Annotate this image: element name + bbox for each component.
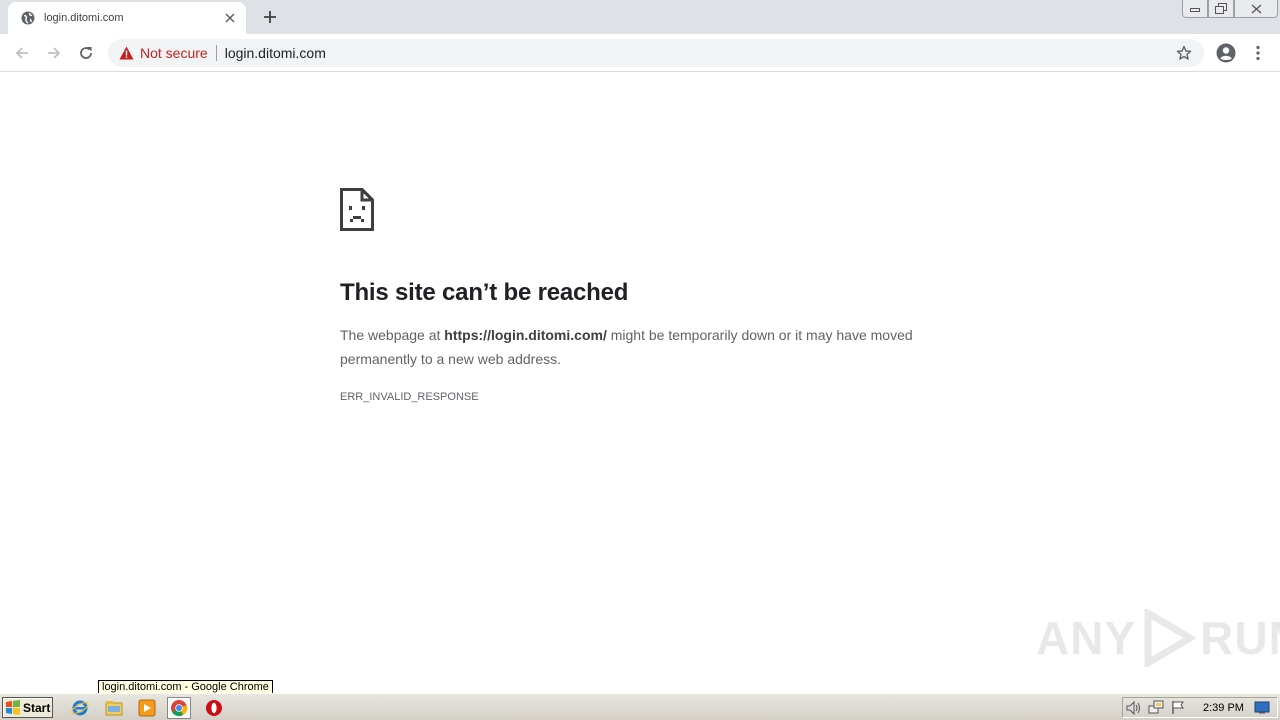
minimize-button[interactable] xyxy=(1182,0,1208,18)
volume-icon[interactable] xyxy=(1123,698,1145,718)
forward-button[interactable] xyxy=(40,39,68,67)
network-icon[interactable] xyxy=(1145,698,1167,718)
windows-logo-icon xyxy=(6,700,20,715)
action-center-flag-icon[interactable] xyxy=(1167,698,1189,718)
globe-icon xyxy=(20,10,36,26)
sad-page-icon xyxy=(340,188,376,232)
warning-icon[interactable] xyxy=(118,45,134,61)
system-tray: 2:39 PM xyxy=(1122,697,1278,718)
start-label[interactable]: Start xyxy=(23,701,50,715)
tab-close-icon[interactable] xyxy=(222,10,238,26)
kebab-menu-icon xyxy=(1256,45,1260,61)
chrome-icon[interactable] xyxy=(167,697,191,719)
back-arrow-icon xyxy=(15,47,28,59)
error-page: This site can’t be reached The webpage a… xyxy=(340,188,940,403)
internet-explorer-icon[interactable] xyxy=(68,697,92,719)
show-desktop-icon[interactable] xyxy=(1251,698,1273,718)
account-icon xyxy=(1216,43,1236,63)
error-title: This site can’t be reached xyxy=(340,279,629,306)
error-description-prefix: The webpage at xyxy=(340,327,445,343)
new-tab-button[interactable] xyxy=(258,6,282,28)
error-code: ERR_INVALID_RESPONSE xyxy=(340,391,479,403)
watermark-left-text: ANY xyxy=(1036,612,1137,664)
forward-arrow-icon xyxy=(48,47,61,59)
tab-title: login.ditomi.com xyxy=(44,12,124,24)
address-bar[interactable]: Not secure login.ditomi.com xyxy=(108,39,1204,67)
error-url: https://login.ditomi.com/ xyxy=(444,327,607,343)
close-window-button[interactable] xyxy=(1234,0,1278,18)
chrome-menu-button[interactable] xyxy=(1244,39,1272,67)
back-button[interactable] xyxy=(8,39,36,67)
clock[interactable]: 2:39 PM xyxy=(1203,702,1251,714)
profile-button[interactable] xyxy=(1212,39,1240,67)
watermark-right-text: RUN xyxy=(1200,612,1280,664)
reload-icon xyxy=(80,47,92,59)
url-text[interactable]: login.ditomi.com xyxy=(225,45,1170,61)
tab-active[interactable]: login.ditomi.com xyxy=(8,2,246,34)
folder-icon[interactable] xyxy=(102,697,126,719)
browser-toolbar: Not secure login.ditomi.com xyxy=(0,34,1280,72)
tab-strip: login.ditomi.com xyxy=(0,0,1280,34)
opera-icon[interactable] xyxy=(202,697,226,719)
reload-button[interactable] xyxy=(72,39,100,67)
media-player-icon[interactable] xyxy=(135,697,159,719)
start-button[interactable]: Start xyxy=(2,697,53,718)
taskbar: Start 2:39 PM xyxy=(0,693,1280,720)
bookmark-star-icon[interactable] xyxy=(1170,39,1198,67)
anyrun-watermark: ANY RUN xyxy=(1036,608,1280,668)
play-logo-icon xyxy=(1144,609,1197,667)
not-secure-label[interactable]: Not secure xyxy=(140,45,208,61)
restore-button[interactable] xyxy=(1208,0,1234,18)
omnibox-divider xyxy=(215,45,217,61)
error-description: The webpage at https://login.ditomi.com/… xyxy=(340,323,930,371)
